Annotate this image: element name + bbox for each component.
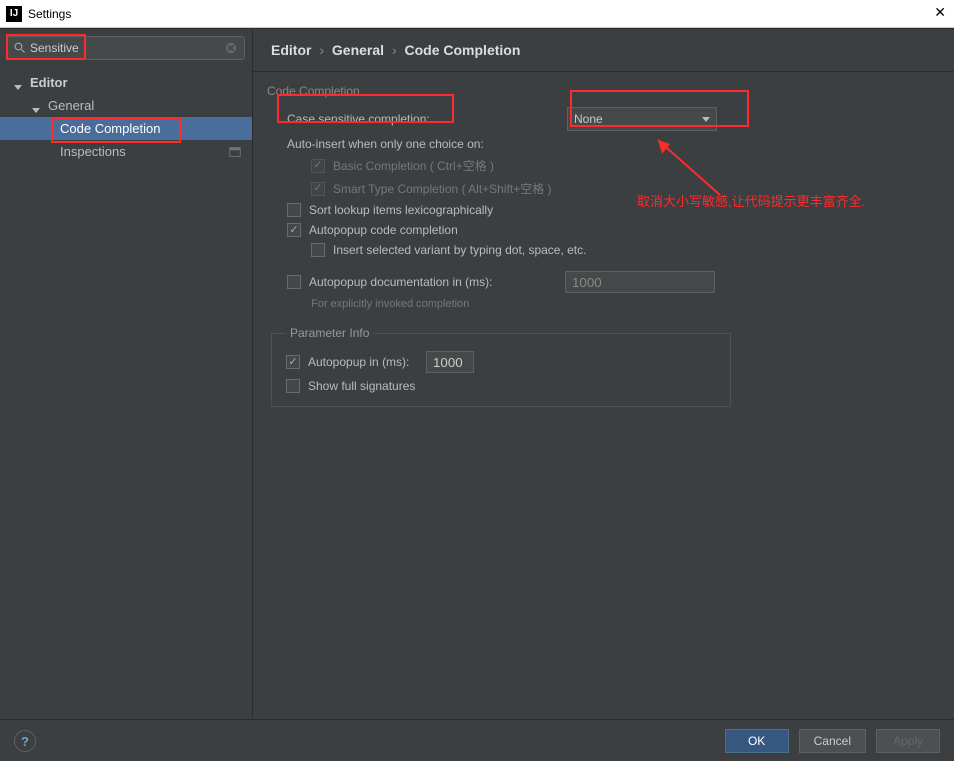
tree-inspections[interactable]: Inspections bbox=[0, 140, 252, 163]
row-autopopup-doc: Autopopup documentation in (ms): bbox=[263, 268, 938, 296]
tree-label: General bbox=[48, 98, 94, 113]
expand-icon bbox=[32, 101, 42, 111]
expand-icon bbox=[14, 78, 24, 88]
sidebar: Editor General Code Completion Inspectio… bbox=[0, 29, 253, 718]
row-sort-lookup: Sort lookup items lexicographically bbox=[263, 200, 938, 220]
breadcrumb-part: General bbox=[332, 42, 384, 58]
legend-parameter-info: Parameter Info bbox=[286, 326, 373, 340]
ok-label: OK bbox=[748, 734, 765, 748]
row-show-full: Show full signatures bbox=[286, 376, 716, 396]
label-autopopup-code: Autopopup code completion bbox=[309, 223, 458, 237]
checkbox-basic[interactable] bbox=[311, 159, 325, 173]
row-autopopup-code: Autopopup code completion bbox=[263, 220, 938, 240]
breadcrumb: Editor › General › Code Completion bbox=[253, 29, 954, 72]
breadcrumb-part: Editor bbox=[271, 42, 311, 58]
row-smart-completion: Smart Type Completion ( Alt+Shift+空格 ) bbox=[263, 177, 938, 200]
row-case-sensitive: Case sensitive completion: None bbox=[263, 104, 938, 134]
checkbox-sort-lookup[interactable] bbox=[287, 203, 301, 217]
row-basic-completion: Basic Completion ( Ctrl+空格 ) bbox=[263, 154, 938, 177]
titlebar: IJ Settings ✕ bbox=[0, 0, 954, 28]
dialog-footer: ? OK Cancel Apply bbox=[0, 719, 954, 761]
row-param-autopopup: Autopopup in (ms): bbox=[286, 348, 716, 376]
checkbox-insert-variant[interactable] bbox=[311, 243, 325, 257]
window-title: Settings bbox=[28, 7, 71, 21]
label-show-full: Show full signatures bbox=[308, 379, 415, 393]
settings-tree: Editor General Code Completion Inspectio… bbox=[0, 67, 252, 163]
cancel-button[interactable]: Cancel bbox=[799, 729, 866, 753]
tree-label: Editor bbox=[30, 75, 68, 90]
search-input[interactable] bbox=[7, 36, 245, 60]
checkbox-show-full[interactable] bbox=[286, 379, 300, 393]
checkbox-autopopup-doc[interactable] bbox=[287, 275, 301, 289]
checkbox-param-autopopup[interactable] bbox=[286, 355, 300, 369]
fieldset-parameter-info: Parameter Info Autopopup in (ms): Show f… bbox=[271, 326, 731, 407]
dropdown-value: None bbox=[574, 112, 603, 126]
tree-label: Inspections bbox=[60, 144, 126, 159]
chevron-right-icon: › bbox=[319, 42, 324, 58]
row-insert-variant: Insert selected variant by typing dot, s… bbox=[263, 240, 938, 260]
tree-editor[interactable]: Editor bbox=[0, 71, 252, 94]
label-basic: Basic Completion ( Ctrl+空格 ) bbox=[333, 157, 494, 174]
apply-button[interactable]: Apply bbox=[876, 729, 940, 753]
checkbox-smart[interactable] bbox=[311, 182, 325, 196]
chevron-down-icon bbox=[702, 114, 710, 125]
breadcrumb-part: Code Completion bbox=[405, 42, 521, 58]
tree-general[interactable]: General bbox=[0, 94, 252, 117]
cancel-label: Cancel bbox=[814, 734, 851, 748]
label-param-autopopup: Autopopup in (ms): bbox=[308, 355, 426, 369]
label-smart: Smart Type Completion ( Alt+Shift+空格 ) bbox=[333, 180, 552, 197]
label-case-sensitive: Case sensitive completion: bbox=[287, 112, 567, 126]
hint-autopopup-doc: For explicitly invoked completion bbox=[263, 298, 938, 310]
close-icon[interactable]: ✕ bbox=[934, 4, 946, 21]
clear-icon[interactable] bbox=[224, 41, 238, 55]
label-insert-variant: Insert selected variant by typing dot, s… bbox=[333, 243, 586, 257]
label-sort-lookup: Sort lookup items lexicographically bbox=[309, 203, 493, 217]
input-autopopup-doc[interactable] bbox=[565, 271, 715, 293]
app-icon: IJ bbox=[6, 6, 22, 22]
search-icon bbox=[14, 42, 26, 54]
label-autopopup-doc: Autopopup documentation in (ms): bbox=[309, 275, 565, 289]
help-button[interactable]: ? bbox=[14, 730, 36, 752]
apply-label: Apply bbox=[893, 734, 923, 748]
content-panel: Editor › General › Code Completion Code … bbox=[253, 29, 954, 718]
label-auto-insert: Auto-insert when only one choice on: bbox=[287, 137, 484, 151]
row-auto-insert: Auto-insert when only one choice on: bbox=[263, 134, 938, 154]
checkbox-autopopup-code[interactable] bbox=[287, 223, 301, 237]
section-header: Code Completion bbox=[263, 82, 938, 104]
chevron-right-icon: › bbox=[392, 42, 397, 58]
project-icon bbox=[228, 145, 242, 159]
tree-label: Code Completion bbox=[60, 121, 160, 136]
dropdown-case-sensitive[interactable]: None bbox=[567, 107, 717, 131]
ok-button[interactable]: OK bbox=[725, 729, 789, 753]
tree-code-completion[interactable]: Code Completion bbox=[0, 117, 252, 140]
input-param-autopopup[interactable] bbox=[426, 351, 474, 373]
